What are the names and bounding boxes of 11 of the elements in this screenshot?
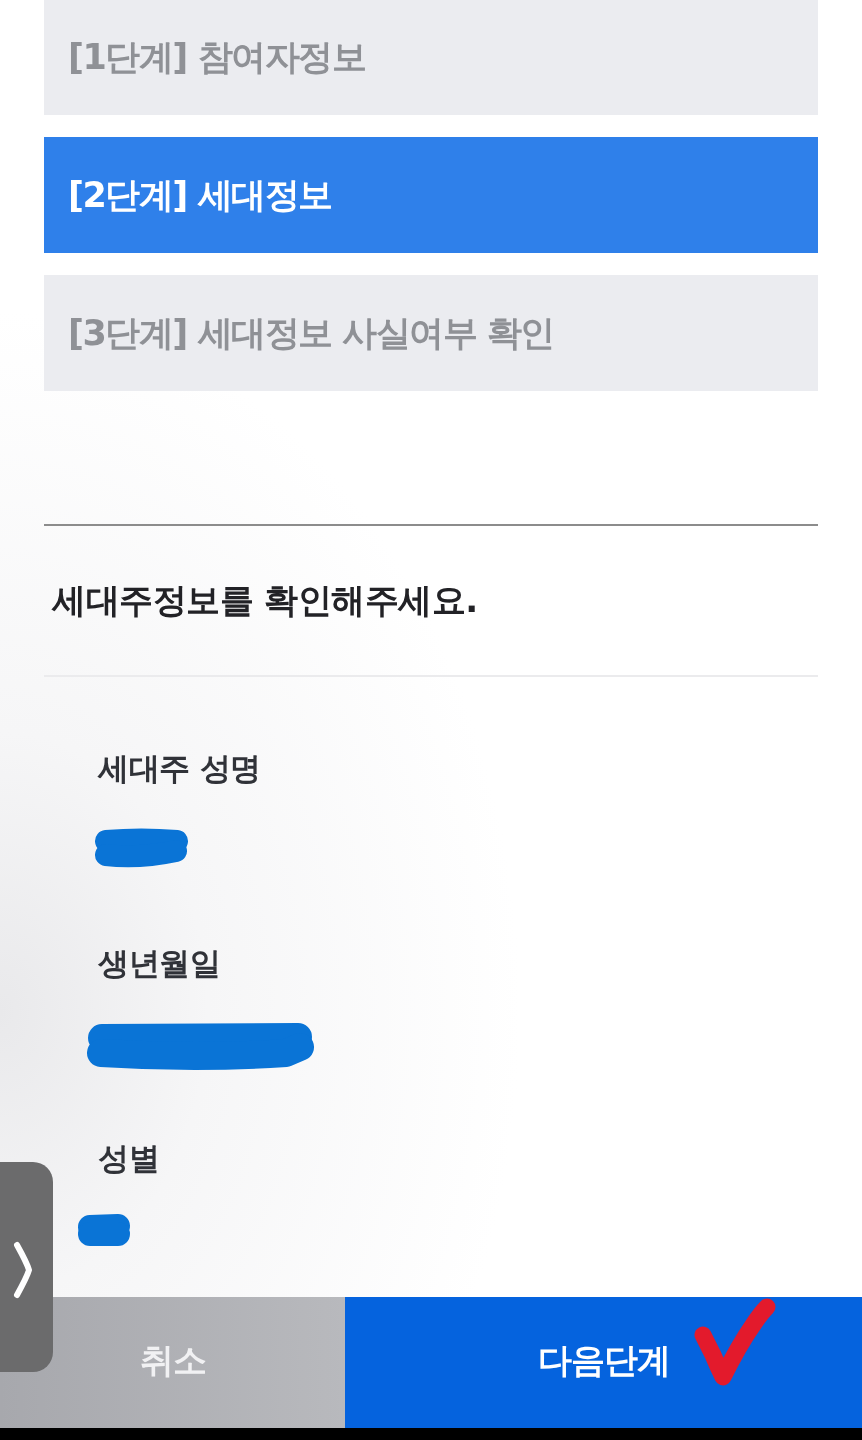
chevron-right-icon bbox=[12, 1241, 33, 1299]
next-button[interactable]: 다음단계 bbox=[345, 1297, 862, 1428]
field-label: 생년월일 bbox=[98, 944, 220, 983]
step-tab[interactable]: [3단계] 세대정보 사실여부 확인 bbox=[44, 275, 818, 391]
edge-panel-handle[interactable] bbox=[0, 1162, 53, 1372]
step-tab[interactable]: [2단계] 세대정보 bbox=[44, 137, 818, 253]
cancel-button[interactable]: 취소 bbox=[0, 1297, 345, 1428]
step-tab[interactable]: [1단계] 참여자정보 bbox=[44, 0, 818, 115]
section-heading: 세대주정보를 확인해주세요. bbox=[52, 578, 478, 622]
field-label: 세대주 성명 bbox=[98, 749, 261, 788]
field-label: 성별 bbox=[98, 1139, 159, 1178]
